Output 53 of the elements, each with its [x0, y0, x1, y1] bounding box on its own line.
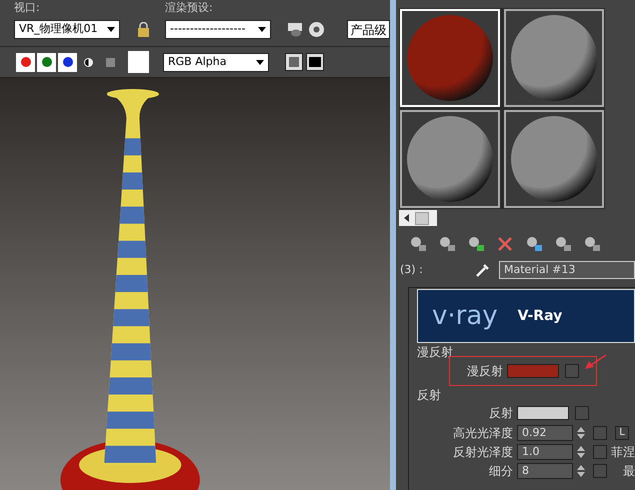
material-slot[interactable] — [504, 110, 604, 208]
caret-icon — [256, 60, 264, 64]
logo-text: v·ray — [432, 300, 498, 332]
viewport-dropdown[interactable]: VR_物理像机01 — [14, 20, 120, 38]
caret-icon — [107, 26, 115, 32]
param-label: 细分 — [488, 462, 514, 480]
caret-icon — [258, 26, 266, 32]
lock-button[interactable]: L — [615, 426, 629, 440]
preset-dropdown[interactable]: ------------------- — [165, 20, 271, 38]
spinner-arrows-icon[interactable] — [577, 426, 585, 440]
delete-icon[interactable] — [495, 235, 515, 253]
scroll-left-icon[interactable] — [403, 214, 411, 222]
material-slot[interactable] — [504, 9, 604, 107]
display-dropdown[interactable]: RGB Alpha — [163, 52, 269, 72]
lock-icon[interactable] — [137, 22, 150, 36]
sphere-icon — [508, 13, 598, 103]
channel-button[interactable] — [58, 52, 77, 72]
diffuse-label: 漫反射 — [466, 363, 504, 380]
background-swatch[interactable] — [128, 51, 149, 73]
sphere-icon — [405, 13, 495, 103]
material-slot[interactable] — [400, 110, 500, 208]
square-icon[interactable] — [106, 58, 115, 66]
contrast-icon[interactable] — [84, 58, 93, 66]
frame-icon[interactable] — [306, 53, 324, 71]
viewport-label: 视口: — [14, 0, 41, 16]
spinner-field[interactable]: 8 — [517, 462, 573, 478]
fresnel-label[interactable]: 菲涅 — [611, 442, 635, 460]
param-label: 反射光泽度 — [452, 444, 514, 460]
spinner-field[interactable]: 1.0 — [517, 444, 573, 460]
render-icon[interactable] — [308, 20, 325, 38]
param-label: 最 — [623, 462, 635, 480]
material-name-field[interactable]: Material #13 — [499, 261, 635, 279]
scrollbar[interactable] — [399, 210, 437, 226]
param-label: 高光光泽度 — [452, 424, 514, 442]
production-field[interactable]: 产品级 — [347, 20, 390, 38]
channel-button[interactable] — [16, 52, 35, 72]
diffuse-swatch[interactable] — [507, 364, 559, 378]
group-title: 漫反射 — [417, 345, 454, 360]
preset-label: 渲染预设: — [165, 0, 213, 16]
sphere-icon — [405, 114, 495, 204]
spinner-field[interactable]: 0.92 — [517, 424, 573, 440]
pointer-arrow — [583, 354, 607, 372]
eyedropper-icon[interactable] — [475, 262, 491, 278]
reflect-label: 反射 — [488, 405, 514, 422]
spinner-arrows-icon[interactable] — [577, 464, 585, 478]
slot-label: (3) : — [400, 262, 424, 278]
reflect-swatch[interactable] — [517, 406, 569, 420]
group-title: 反射 — [417, 388, 442, 403]
channel-button[interactable] — [37, 52, 56, 72]
banner-title: V-Ray — [518, 306, 562, 326]
window-icon[interactable] — [285, 53, 303, 71]
sphere-icon — [508, 114, 598, 204]
spinner-arrows-icon[interactable] — [577, 444, 585, 458]
